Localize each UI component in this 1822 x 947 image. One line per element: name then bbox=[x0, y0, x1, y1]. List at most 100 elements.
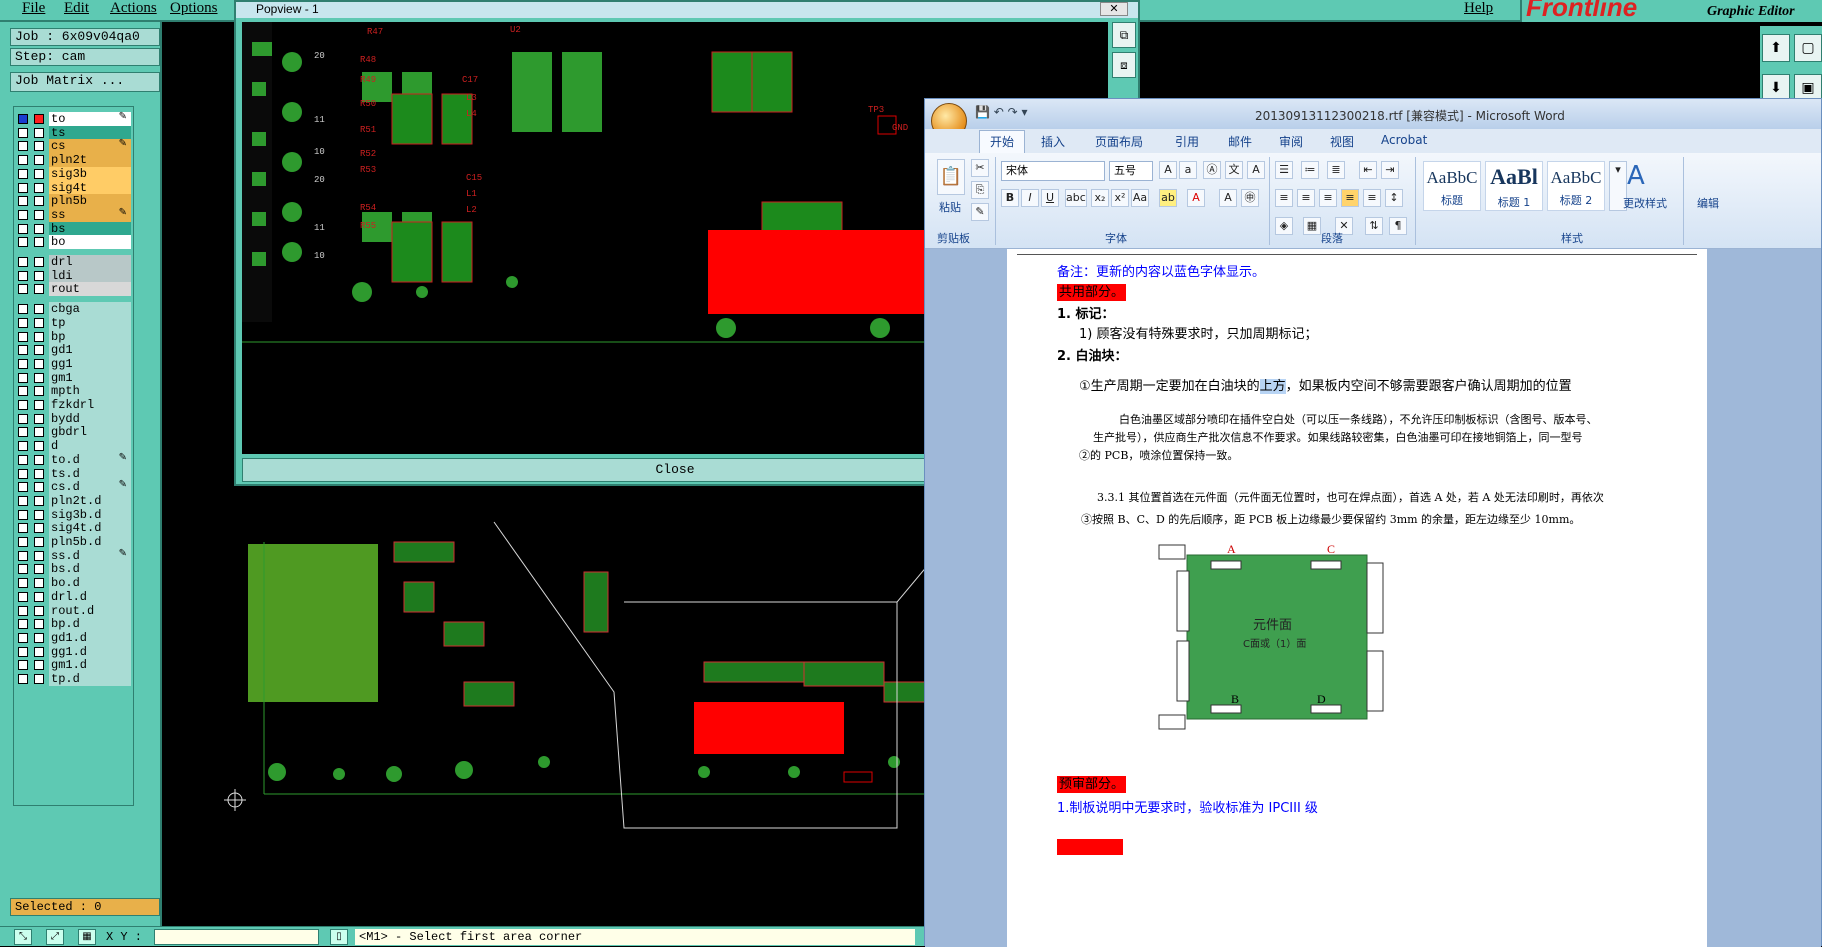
tab-page-layout[interactable]: 页面布局 bbox=[1095, 133, 1143, 150]
layer-visible-checkbox[interactable] bbox=[34, 605, 44, 616]
strike-icon[interactable]: abc bbox=[1065, 189, 1087, 207]
font-color-icon[interactable]: A bbox=[1187, 189, 1205, 207]
layer-checkbox[interactable] bbox=[18, 427, 28, 438]
layer-visible-checkbox[interactable] bbox=[34, 509, 44, 520]
layer-checkbox[interactable] bbox=[18, 304, 28, 315]
font-name-combo[interactable]: 宋体 bbox=[1001, 161, 1105, 181]
layer-visible-checkbox[interactable] bbox=[34, 646, 44, 657]
tab-view[interactable]: 视图 bbox=[1330, 133, 1354, 150]
layer-visible-checkbox[interactable] bbox=[34, 345, 44, 356]
layer-visible-checkbox[interactable] bbox=[34, 257, 44, 267]
numbering-icon[interactable]: ≔ bbox=[1301, 161, 1319, 179]
layer-checkbox[interactable] bbox=[18, 127, 28, 138]
layer-visible-checkbox[interactable] bbox=[34, 427, 44, 438]
layer-visible-checkbox[interactable] bbox=[34, 237, 44, 248]
format-painter-icon[interactable]: ✎ bbox=[971, 203, 989, 221]
document-page[interactable]: 备注：更新的内容以蓝色字体显示。 共用部分。 1. 标记： 1) 顾客没有特殊要… bbox=[1007, 249, 1707, 947]
paste-icon[interactable]: 📋 bbox=[937, 159, 965, 195]
layer-checkbox[interactable] bbox=[18, 223, 28, 234]
menu-edit[interactable]: Edit bbox=[64, 0, 89, 17]
zoom-fit-icon[interactable]: ⧉ bbox=[1112, 22, 1136, 48]
zoom-layer-icon[interactable]: ⧈ bbox=[1112, 52, 1136, 78]
layer-visible-checkbox[interactable] bbox=[34, 284, 44, 295]
layer-visible-checkbox[interactable] bbox=[34, 270, 44, 281]
layer-checkbox[interactable] bbox=[18, 591, 28, 602]
sort-icon[interactable]: ⇅ bbox=[1365, 217, 1383, 235]
font-size-combo[interactable]: 五号 bbox=[1109, 161, 1153, 181]
layer-visible-checkbox[interactable] bbox=[34, 578, 44, 589]
bullets-icon[interactable]: ☰ bbox=[1275, 161, 1293, 179]
layer-visible-checkbox[interactable] bbox=[34, 632, 44, 643]
layer-checkbox[interactable] bbox=[18, 550, 28, 561]
layer-checkbox[interactable] bbox=[18, 495, 28, 506]
layer-name[interactable]: bo bbox=[49, 235, 131, 250]
layer-visible-checkbox[interactable] bbox=[34, 114, 44, 124]
shrink-font-icon[interactable]: a bbox=[1179, 161, 1197, 179]
layer-visible-checkbox[interactable] bbox=[34, 413, 44, 424]
layer-checkbox[interactable] bbox=[18, 441, 28, 452]
layer-row[interactable]: rout bbox=[14, 281, 133, 297]
italic-icon[interactable]: I bbox=[1021, 189, 1039, 207]
layer-checkbox[interactable] bbox=[18, 454, 28, 465]
change-case-icon[interactable]: Aa bbox=[1131, 189, 1149, 207]
subscript-icon[interactable]: x₂ bbox=[1091, 189, 1109, 207]
layer-checkbox[interactable] bbox=[18, 674, 28, 684]
justify-icon[interactable]: ≡ bbox=[1341, 189, 1359, 207]
shading-icon[interactable]: ◈ bbox=[1275, 217, 1293, 235]
change-styles-icon[interactable]: A bbox=[1627, 161, 1645, 191]
char-border-icon[interactable]: A bbox=[1247, 161, 1265, 179]
layer-checkbox[interactable] bbox=[18, 114, 28, 124]
bold-icon[interactable]: B bbox=[1001, 189, 1019, 207]
tab-insert[interactable]: 插入 bbox=[1041, 133, 1065, 150]
layer-checkbox[interactable] bbox=[18, 270, 28, 281]
clear-format-icon[interactable]: Ⓐ bbox=[1203, 161, 1221, 179]
style-title[interactable]: AaBbC 标题 bbox=[1423, 161, 1481, 211]
underline-icon[interactable]: U bbox=[1041, 189, 1059, 207]
layer-visible-checkbox[interactable] bbox=[34, 468, 44, 479]
layer-checkbox[interactable] bbox=[18, 509, 28, 520]
highlight-icon[interactable]: ab bbox=[1159, 189, 1177, 207]
layer-name[interactable]: rout bbox=[49, 282, 131, 297]
layer-checkbox[interactable] bbox=[18, 468, 28, 479]
layer-checkbox[interactable] bbox=[18, 209, 28, 220]
menu-file[interactable]: File bbox=[22, 0, 45, 17]
layer-visible-checkbox[interactable] bbox=[34, 400, 44, 410]
phonetic-icon[interactable]: 文 bbox=[1225, 161, 1243, 179]
layer-checkbox[interactable] bbox=[18, 632, 28, 643]
layer-visible-checkbox[interactable] bbox=[34, 372, 44, 383]
job-matrix-button[interactable]: Job Matrix ... bbox=[10, 72, 160, 92]
menu-actions[interactable]: Actions bbox=[110, 0, 157, 17]
layer-visible-checkbox[interactable] bbox=[34, 674, 44, 684]
borders-icon[interactable]: ▦ bbox=[1303, 217, 1321, 235]
layer-visible-checkbox[interactable] bbox=[34, 454, 44, 465]
superscript-icon[interactable]: x² bbox=[1111, 189, 1129, 207]
layer-visible-checkbox[interactable] bbox=[34, 660, 44, 671]
layer-name[interactable]: tp.d bbox=[49, 672, 131, 686]
char-shading-icon[interactable]: A bbox=[1219, 189, 1237, 207]
layer-visible-checkbox[interactable] bbox=[34, 564, 44, 575]
layer-visible-checkbox[interactable] bbox=[34, 523, 44, 534]
layer-checkbox[interactable] bbox=[18, 400, 28, 410]
layer-visible-checkbox[interactable] bbox=[34, 141, 44, 152]
cut-icon[interactable]: ✂ bbox=[971, 159, 989, 177]
line-spacing-icon[interactable]: ↕ bbox=[1385, 189, 1403, 207]
layer-checkbox[interactable] bbox=[18, 141, 28, 152]
paste-label[interactable]: 粘贴 bbox=[939, 199, 961, 215]
layer-visible-checkbox[interactable] bbox=[34, 196, 44, 207]
layer-visible-checkbox[interactable] bbox=[34, 495, 44, 506]
layer-visible-checkbox[interactable] bbox=[34, 168, 44, 179]
layer-row[interactable]: tp.d bbox=[14, 671, 133, 687]
align-right-icon[interactable]: ≡ bbox=[1319, 189, 1337, 207]
lock-icon[interactable]: ▯ bbox=[330, 929, 348, 945]
layer-checkbox[interactable] bbox=[18, 182, 28, 193]
layer-checkbox[interactable] bbox=[18, 257, 28, 267]
layer-checkbox[interactable] bbox=[18, 331, 28, 342]
layer-checkbox[interactable] bbox=[18, 168, 28, 179]
distribute-icon[interactable]: ≡ bbox=[1363, 189, 1381, 207]
tab-review[interactable]: 审阅 bbox=[1279, 133, 1303, 150]
layer-checkbox[interactable] bbox=[18, 646, 28, 657]
layer-visible-checkbox[interactable] bbox=[34, 182, 44, 193]
close-icon[interactable]: ✕ bbox=[1100, 2, 1128, 16]
show-marks-icon[interactable]: ¶ bbox=[1389, 217, 1407, 235]
layer-visible-checkbox[interactable] bbox=[34, 358, 44, 369]
